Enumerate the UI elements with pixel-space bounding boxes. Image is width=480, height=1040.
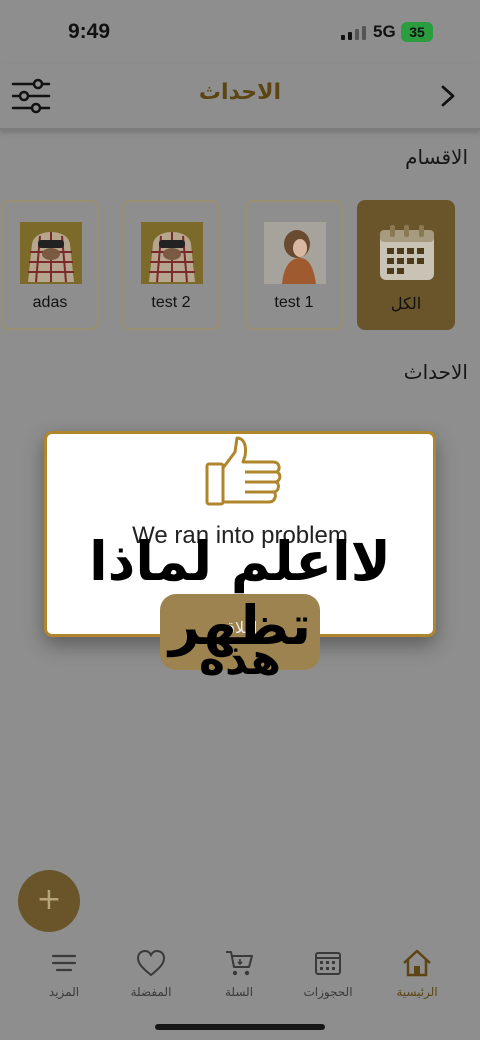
category-card-adas[interactable]: adas: [1, 200, 99, 330]
category-label: الكل: [390, 296, 422, 313]
add-button[interactable]: +: [18, 870, 80, 932]
filter-sliders-icon[interactable]: [10, 78, 52, 114]
heart-icon: [136, 949, 166, 977]
categories-heading: الاقسام: [405, 145, 468, 169]
home-icon: [403, 949, 431, 977]
category-label: test 2: [151, 294, 191, 311]
nav-item-favorites[interactable]: المفضلة: [111, 948, 191, 1008]
menu-icon: [51, 954, 77, 972]
page-title: الاحداث: [198, 80, 282, 105]
category-card-test-1[interactable]: test 1: [245, 200, 343, 330]
battery-icon: 35: [401, 22, 437, 42]
nav-label: المزيد: [48, 985, 80, 999]
network-label: 5G: [373, 22, 396, 41]
category-card-all[interactable]: الكل: [357, 200, 455, 330]
thumbs-up-icon: [205, 436, 282, 506]
person-photo-image: [264, 222, 326, 284]
handwritten-annotation: هذه: [199, 634, 281, 685]
category-label: adas: [32, 294, 68, 311]
app-header: الاحداث: [0, 64, 480, 130]
cart-icon: [226, 951, 253, 976]
calendar-icon: [380, 225, 434, 280]
nav-label: الحجوزات: [303, 985, 353, 999]
nav-label: المفضلة: [130, 985, 172, 999]
calendar-icon: [315, 952, 341, 975]
signal-icon: [341, 26, 366, 40]
category-card-test-2[interactable]: test 2: [122, 200, 220, 330]
status-time: 9:49: [68, 20, 111, 43]
nav-item-home[interactable]: الرئيسية: [377, 948, 457, 1008]
nav-item-cart[interactable]: السلة: [199, 948, 279, 1008]
chevron-right-icon[interactable]: [434, 82, 462, 110]
person-photo-image: [20, 222, 82, 284]
events-heading: الاحداث: [403, 360, 468, 384]
battery-level: 35: [401, 22, 433, 42]
plus-icon: +: [36, 882, 62, 917]
nav-label: الرئيسية: [396, 985, 438, 999]
person-photo-image: [141, 222, 203, 284]
nav-item-bookings[interactable]: الحجوزات: [288, 948, 368, 1008]
nav-item-more[interactable]: المزيد: [24, 948, 104, 1008]
category-label: test 1: [274, 294, 314, 311]
nav-label: السلة: [224, 985, 254, 999]
status-bar: 9:49 5G 35: [0, 0, 480, 64]
home-indicator: [155, 1024, 325, 1030]
